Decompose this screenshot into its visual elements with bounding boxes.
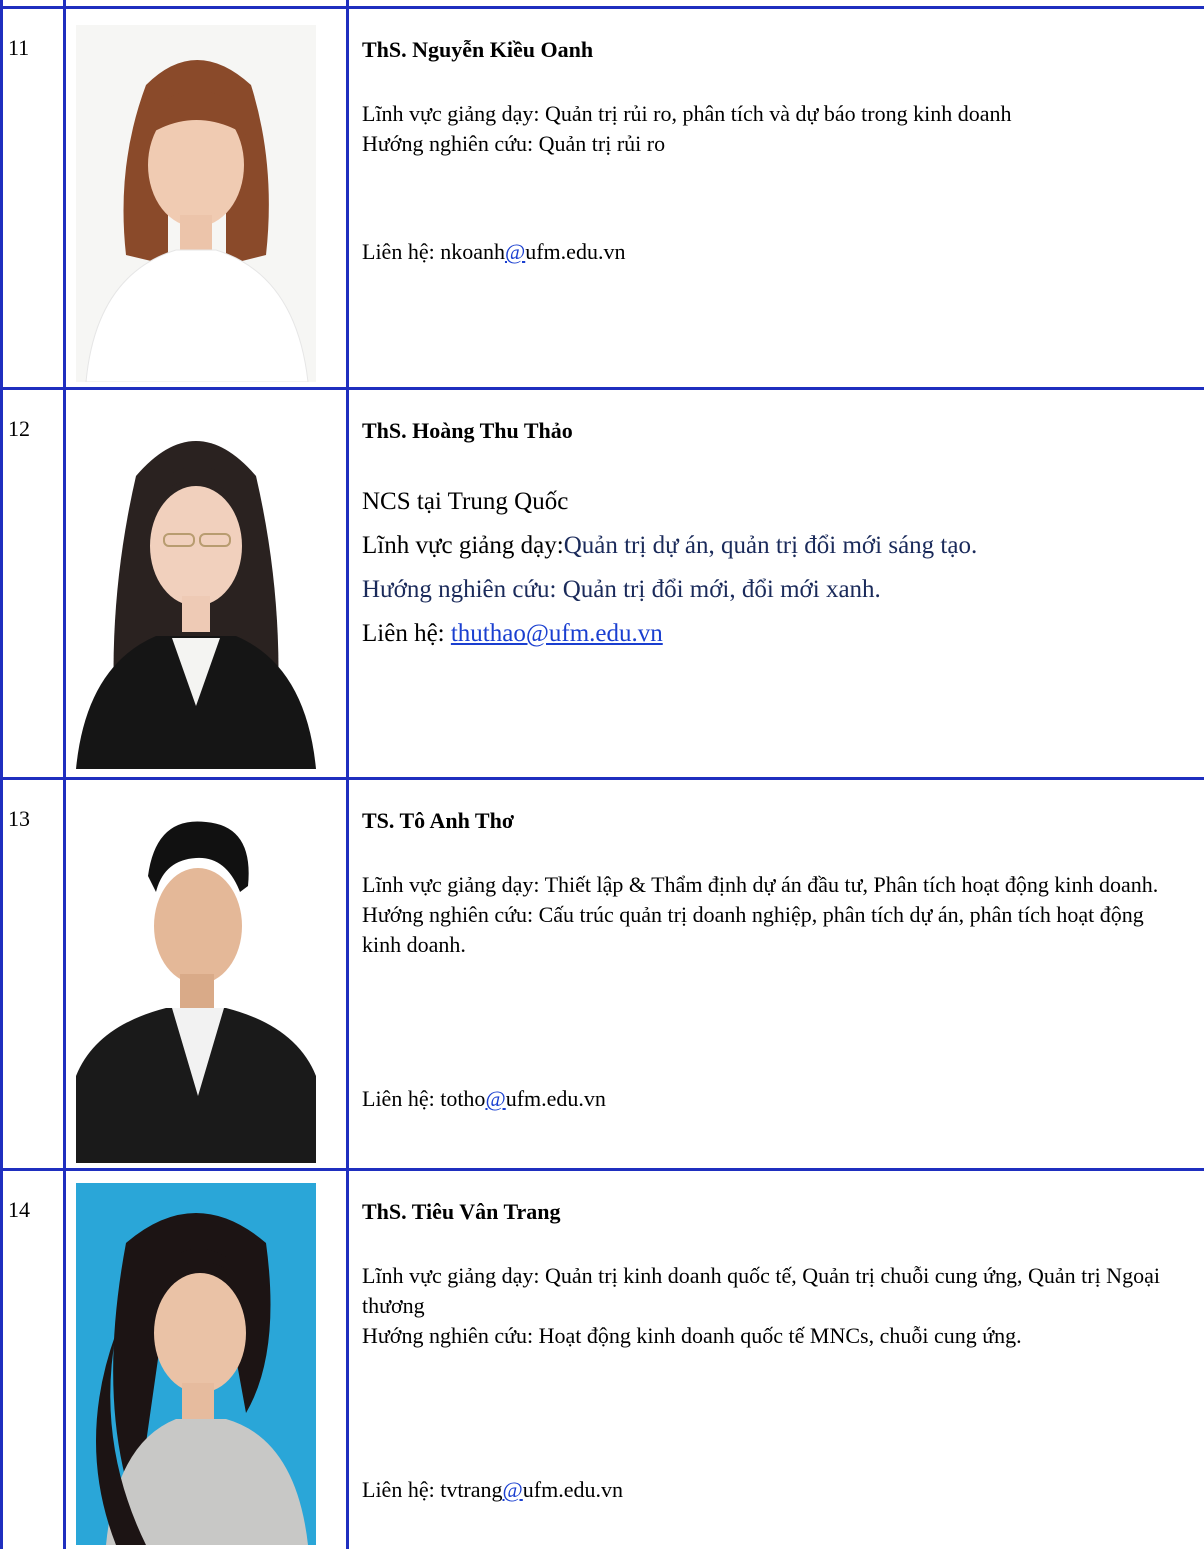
contact-label: Liên hệ: (362, 1477, 441, 1502)
research-field: Hướng nghiên cứu: Quản trị đổi mới, đổi … (362, 576, 881, 603)
contact-user: tvtrang (440, 1477, 503, 1502)
row-number: 12 (8, 416, 30, 441)
row-number: 13 (8, 806, 30, 831)
lecturer-name: TS. Tô Anh Thơ (362, 808, 515, 833)
research-field: Hướng nghiên cứu: Quản trị rủi ro (362, 131, 666, 156)
contact-user: nkoanh (440, 239, 505, 264)
teaching-field: Lĩnh vực giảng dạy:Quản trị dự án, quản … (362, 530, 1182, 562)
row-number: 11 (8, 35, 30, 60)
contact-line: Liên hệ: totho@ufm.edu.vn (362, 1084, 1182, 1114)
contact-domain: ufm.edu.vn (505, 1086, 606, 1111)
portrait-photo (76, 406, 316, 769)
email-link[interactable]: thuthao@ufm.edu.vn (451, 620, 663, 647)
contact-line: Liên hệ: nkoanh@ufm.edu.vn (362, 237, 1182, 267)
table-row: 13 TS. Tô Anh Thơ Lĩnh vực giảng dạy: Th… (0, 780, 1204, 1168)
row-number: 14 (8, 1197, 30, 1222)
table-row: 11 ThS. Nguyễn Kiều Oanh Lĩnh vực giảng … (0, 9, 1204, 387)
portrait-photo (76, 796, 316, 1163)
email-at-link[interactable]: @ (503, 1477, 523, 1502)
teaching-field: Lĩnh vực giảng dạy: Quản trị rủi ro, phâ… (362, 101, 1012, 126)
teaching-field: Lĩnh vực giảng dạy: Thiết lập & Thẩm địn… (362, 872, 1159, 897)
lecturer-name: ThS. Tiêu Vân Trang (362, 1199, 561, 1224)
contact-line: Liên hệ: tvtrang@ufm.edu.vn (362, 1475, 1182, 1505)
portrait-photo (76, 25, 316, 382)
contact-domain: ufm.edu.vn (525, 239, 626, 264)
contact-line: Liên hệ: thuthao@ufm.edu.vn (362, 618, 1182, 650)
contact-user: totho (440, 1086, 486, 1111)
table-row: 14 ThS. Tiêu Vân Trang Lĩnh vực giảng dạ… (0, 1171, 1204, 1549)
contact-label: Liên hệ: (362, 239, 441, 264)
contact-label: Liên hệ: (362, 1086, 441, 1111)
lecturer-name: ThS. Nguyễn Kiều Oanh (362, 37, 594, 62)
lecturer-name: ThS. Hoàng Thu Thảo (362, 418, 573, 443)
research-field: Hướng nghiên cứu: Cấu trúc quản trị doan… (362, 902, 1144, 957)
contact-domain: ufm.edu.vn (522, 1477, 623, 1502)
teaching-value: Quản trị dự án, quản trị đổi mới sáng tạ… (563, 532, 978, 559)
phd-note: NCS tại Trung Quốc (362, 488, 569, 515)
email-at-link[interactable]: @ (485, 1086, 505, 1111)
teaching-field: Lĩnh vực giảng dạy: Quản trị kinh doanh … (362, 1263, 1160, 1318)
contact-label: Liên hệ: (362, 620, 451, 647)
research-field: Hướng nghiên cứu: Hoạt động kinh doanh q… (362, 1323, 1022, 1348)
portrait-photo (76, 1183, 316, 1545)
teaching-label: Lĩnh vực giảng dạy: (362, 532, 564, 559)
table-row: 12 ThS. Hoàng Thu Thảo NCS tại Trung Quố… (0, 390, 1204, 777)
email-at-link[interactable]: @ (505, 239, 525, 264)
